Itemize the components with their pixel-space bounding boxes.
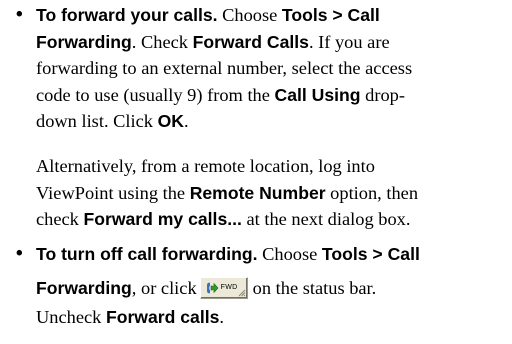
alternative-paragraph: Alternatively, from a remote location, l… — [36, 153, 508, 233]
text-run: on the status bar. — [252, 278, 377, 298]
option-name: Forward my calls... — [83, 209, 242, 229]
text-run: Choose — [217, 5, 282, 25]
text-run: ViewPoint using the — [36, 182, 190, 203]
text-run: . If you are — [308, 31, 390, 52]
instruction-heading: To turn off call forwarding. — [36, 244, 258, 264]
manual-page: • To forward your calls. Choose Tools > … — [0, 0, 512, 344]
fwd-status-button[interactable]: FWD — [199, 277, 248, 299]
button-name: OK — [157, 111, 184, 131]
text-run: Choose — [257, 244, 322, 264]
text-run: at the next dialog box. — [241, 209, 411, 229]
menu-path: Forwarding — [36, 31, 132, 52]
menu-path: Forwarding — [36, 278, 132, 298]
text-run: . Check — [131, 31, 193, 52]
text-run: check — [36, 209, 84, 229]
text-run: Alternatively, from a remote location, l… — [36, 156, 375, 176]
text-run: forwarding to an external number, select… — [36, 58, 413, 78]
text-run: down list. Click — [36, 111, 158, 131]
text-line: check Forward my calls... at the next di… — [36, 206, 508, 233]
text-line: To forward your calls. Choose Tools > Ca… — [36, 2, 508, 29]
text-run: . — [183, 111, 189, 131]
text-line: Alternatively, from a remote location, l… — [36, 153, 508, 180]
call-forward-arrow-icon — [206, 282, 219, 294]
text-run: , or click — [131, 278, 197, 298]
text-line: Forwarding, or click FWD on the status bar… — [36, 273, 508, 305]
text-line: Uncheck Forward calls. — [36, 305, 508, 331]
text-run: . — [219, 307, 224, 327]
bullet-text: To turn off call forwarding. Choose Tool… — [36, 241, 508, 331]
bullet-text: To forward your calls. Choose Tools > Ca… — [36, 2, 508, 135]
text-line: code to use (usually 9) from the Call Us… — [36, 82, 508, 109]
text-run: drop- — [360, 84, 405, 105]
option-name: Remote Number — [189, 182, 326, 203]
fwd-button-label: FWD — [220, 284, 238, 291]
text-run: option, then — [325, 182, 419, 203]
menu-path: Tools > Call — [281, 5, 380, 25]
text-line: down list. Click OK. — [36, 108, 508, 135]
text-run: code to use (usually 9) from the — [36, 84, 275, 105]
instruction-heading: To forward your calls. — [36, 5, 218, 25]
menu-path: Tools > Call — [321, 244, 420, 264]
resize-grip-icon — [238, 289, 246, 297]
text-line: ViewPoint using the Remote Number option… — [36, 180, 508, 207]
option-name: Call Using — [274, 84, 361, 105]
bullet-marker: • — [16, 243, 23, 264]
bullet-marker: • — [16, 4, 23, 25]
option-name: Forward calls — [105, 307, 220, 327]
text-line: Forwarding. Check Forward Calls. If you … — [36, 29, 508, 56]
text-line: forwarding to an external number, select… — [36, 55, 508, 82]
option-name: Forward Calls — [192, 31, 309, 52]
text-line: To turn off call forwarding. Choose Tool… — [36, 241, 508, 273]
text-run: Uncheck — [36, 307, 106, 327]
